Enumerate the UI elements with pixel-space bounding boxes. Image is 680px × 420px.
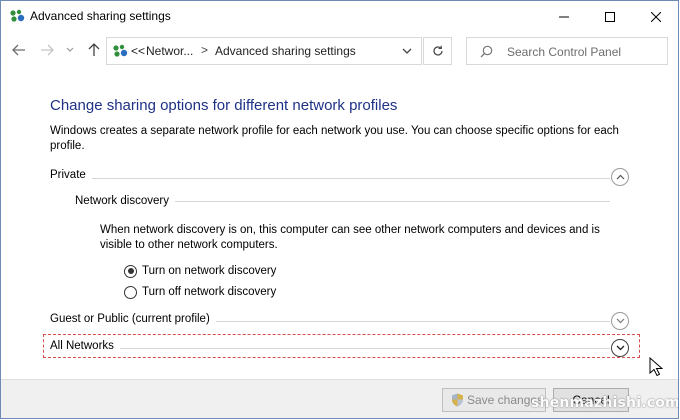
- maximize-icon: [605, 11, 615, 22]
- profile-private-header[interactable]: Private: [50, 169, 92, 181]
- up-arrow-icon: [88, 43, 100, 56]
- close-button[interactable]: [633, 1, 678, 32]
- refresh-button[interactable]: [423, 37, 452, 65]
- breadcrumb-advanced-sharing[interactable]: Advanced sharing settings: [215, 44, 356, 58]
- all-networks-focus-outline: [43, 334, 640, 358]
- close-icon: [651, 11, 661, 22]
- page-description: Windows creates a separate network profi…: [50, 125, 619, 152]
- breadcrumb-network[interactable]: Networ...: [146, 44, 193, 58]
- chevron-up-icon: [616, 174, 624, 180]
- breadcrumb-separator[interactable]: >: [201, 43, 208, 57]
- private-collapse-button[interactable]: [611, 168, 629, 186]
- minimize-button[interactable]: [541, 1, 587, 32]
- up-button[interactable]: [85, 41, 103, 59]
- title-bar: Advanced sharing settings: [1, 1, 678, 32]
- private-section-divider: [50, 178, 610, 179]
- address-overflow-chevrons[interactable]: <<: [131, 44, 145, 58]
- chevron-down-icon: [616, 345, 624, 351]
- radio-unchecked[interactable]: [124, 285, 137, 299]
- network-discovery-header: Network discovery: [75, 195, 175, 207]
- maximize-button[interactable]: [587, 1, 633, 32]
- mouse-cursor-icon: [649, 357, 663, 377]
- address-bar[interactable]: << Networ... > Advanced sharing settings: [106, 37, 422, 65]
- forward-button[interactable]: [38, 41, 56, 59]
- search-placeholder: Search Control Panel: [507, 45, 622, 59]
- turn-on-network-discovery-option[interactable]: Turn on network discovery: [124, 263, 276, 279]
- radio-label: Turn on network discovery: [142, 265, 277, 277]
- network-sharing-icon: [10, 9, 25, 22]
- page-title: Change sharing options for different net…: [50, 97, 398, 114]
- guest-public-expand-button[interactable]: [611, 312, 629, 330]
- all-networks-expand-button[interactable]: [611, 339, 629, 357]
- refresh-icon: [432, 45, 443, 56]
- window-title: Advanced sharing settings: [30, 9, 171, 23]
- all-networks-section-divider: [50, 348, 610, 349]
- radio-checked[interactable]: [124, 264, 137, 278]
- search-box[interactable]: Search Control Panel: [466, 37, 668, 65]
- uac-shield-icon: [452, 393, 463, 407]
- minimize-icon: [559, 16, 569, 17]
- radio-label: Turn off network discovery: [142, 286, 277, 298]
- profile-all-networks-header[interactable]: All Networks: [50, 340, 120, 352]
- turn-off-network-discovery-option[interactable]: Turn off network discovery: [124, 284, 276, 300]
- back-button[interactable]: [10, 41, 28, 59]
- address-dropdown-icon[interactable]: [400, 45, 414, 57]
- back-arrow-icon: [12, 44, 25, 56]
- chevron-down-icon: [616, 318, 624, 324]
- network-discovery-description: When network discovery is on, this compu…: [100, 224, 600, 251]
- forward-arrow-icon: [41, 44, 54, 56]
- profile-guest-public-header[interactable]: Guest or Public (current profile): [50, 313, 216, 325]
- network-sharing-icon: [113, 44, 128, 57]
- chevron-down-icon: [66, 47, 74, 52]
- advanced-sharing-settings-window: Advanced sharing settings << Networ... >: [0, 0, 679, 419]
- search-icon: [480, 45, 493, 58]
- site-watermark: shenmazhishi.com: [531, 395, 679, 411]
- recent-locations-button[interactable]: [63, 41, 77, 59]
